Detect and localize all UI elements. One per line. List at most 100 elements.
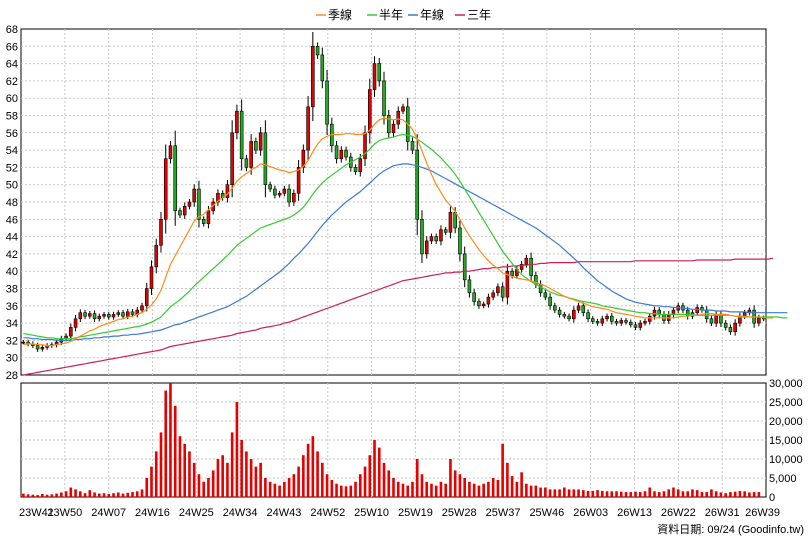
volume-bar bbox=[757, 492, 761, 497]
volume-bar bbox=[45, 494, 49, 497]
volume-bar bbox=[22, 493, 25, 497]
volume-bar bbox=[121, 493, 125, 497]
candle-body bbox=[149, 266, 154, 289]
candle-body bbox=[21, 341, 26, 344]
volume-bar bbox=[159, 432, 163, 497]
volume-bar bbox=[41, 493, 44, 497]
volume-bar bbox=[235, 402, 239, 497]
candle-body bbox=[192, 188, 196, 203]
candle-body bbox=[567, 315, 571, 320]
volume-bar bbox=[382, 462, 386, 497]
chart-root: 季線 半年 年線 三年 28 30 32 34 36 38 40 42 44 46 48 50 52 54 56 5… bbox=[0, 0, 808, 540]
legend: 季線 半年 年線 三年 bbox=[316, 7, 491, 22]
volume-bar bbox=[629, 492, 633, 497]
volume-bar bbox=[501, 443, 504, 497]
volume-bar bbox=[686, 491, 690, 497]
x-tick-label: 25W10 bbox=[354, 507, 389, 519]
volume-bar bbox=[321, 462, 324, 497]
volume-bar bbox=[681, 491, 685, 497]
volume-bar bbox=[316, 451, 319, 497]
x-tick-label: 25W19 bbox=[398, 507, 433, 519]
candle-body bbox=[325, 80, 329, 125]
volume-bar bbox=[97, 493, 101, 497]
x-tick-label: 24W34 bbox=[223, 507, 258, 519]
volume-bar bbox=[558, 489, 561, 497]
volume-bar bbox=[591, 490, 595, 497]
volume-bar bbox=[268, 481, 272, 497]
candle-body bbox=[548, 296, 552, 307]
candle-body bbox=[638, 322, 643, 328]
candle-body bbox=[296, 167, 301, 194]
candle-body bbox=[277, 193, 282, 196]
volume-bar bbox=[69, 487, 73, 497]
legend-label-3: 三年 bbox=[467, 8, 491, 22]
price-tick-label: 58 bbox=[6, 111, 18, 123]
candle-body bbox=[415, 149, 419, 220]
price-tick-label: 62 bbox=[6, 76, 18, 88]
volume-bar bbox=[392, 478, 395, 497]
candle-body bbox=[429, 236, 434, 242]
price-tick-label: 38 bbox=[6, 284, 18, 296]
volume-bar bbox=[738, 490, 742, 497]
candle-body bbox=[491, 292, 495, 298]
volume-bar bbox=[401, 483, 405, 497]
candle-body bbox=[249, 141, 253, 168]
volume-bar bbox=[297, 466, 300, 497]
candle-body bbox=[529, 257, 533, 276]
volume-bar bbox=[705, 492, 708, 497]
price-tick-label: 66 bbox=[6, 41, 18, 53]
price-tick-label: 52 bbox=[6, 162, 18, 174]
volume-bar bbox=[254, 466, 258, 497]
volume-bar bbox=[406, 485, 410, 497]
candle-body bbox=[600, 318, 605, 324]
x-tick-label: 26W22 bbox=[661, 507, 696, 519]
candle-body bbox=[619, 320, 624, 324]
candle-body bbox=[40, 347, 45, 350]
volume-bar bbox=[287, 478, 291, 497]
volume-bar bbox=[211, 470, 215, 497]
volume-bar bbox=[710, 489, 713, 497]
candle-body bbox=[396, 110, 401, 125]
volume-bar bbox=[695, 490, 699, 497]
candle-body bbox=[605, 315, 609, 320]
volume-bar bbox=[676, 489, 680, 497]
volume-bar bbox=[150, 466, 153, 497]
candle-body bbox=[757, 317, 761, 324]
volume-bar bbox=[93, 492, 96, 497]
volume-bar bbox=[135, 491, 139, 497]
volume-bar bbox=[83, 493, 87, 497]
volume-bar bbox=[240, 440, 243, 497]
volume-bar bbox=[596, 490, 599, 497]
candle-body bbox=[704, 309, 709, 320]
volume-bar bbox=[202, 481, 205, 497]
legend-label-1: 半年 bbox=[379, 8, 403, 22]
x-tick-label: 24W07 bbox=[91, 507, 126, 519]
volume-bar bbox=[330, 479, 334, 497]
volume-bar bbox=[140, 489, 144, 497]
candle-body bbox=[107, 314, 111, 318]
candle-body bbox=[557, 309, 562, 315]
volume-bar bbox=[434, 485, 438, 497]
candle-body bbox=[235, 110, 239, 134]
volume-bar bbox=[415, 459, 419, 497]
volume-bar bbox=[477, 485, 481, 497]
volume-bar bbox=[64, 491, 68, 497]
volume-bar bbox=[197, 474, 201, 497]
candle-body bbox=[244, 158, 249, 168]
volume-bar bbox=[657, 492, 661, 497]
price-tick-label: 36 bbox=[6, 301, 18, 313]
candle-body bbox=[225, 184, 230, 198]
candle-body bbox=[254, 141, 258, 151]
volume-bar bbox=[354, 481, 357, 497]
candle-body bbox=[467, 279, 472, 294]
volume-bar bbox=[368, 455, 372, 497]
price-tick-label: 30 bbox=[6, 353, 18, 365]
volume-bar bbox=[306, 443, 310, 497]
candle-body bbox=[263, 132, 268, 186]
candle-body bbox=[591, 318, 595, 322]
volume-bar bbox=[226, 462, 229, 497]
candle-body bbox=[287, 188, 291, 203]
volume-bar bbox=[169, 383, 172, 497]
candle-body bbox=[315, 45, 320, 56]
candle-body bbox=[401, 106, 405, 112]
